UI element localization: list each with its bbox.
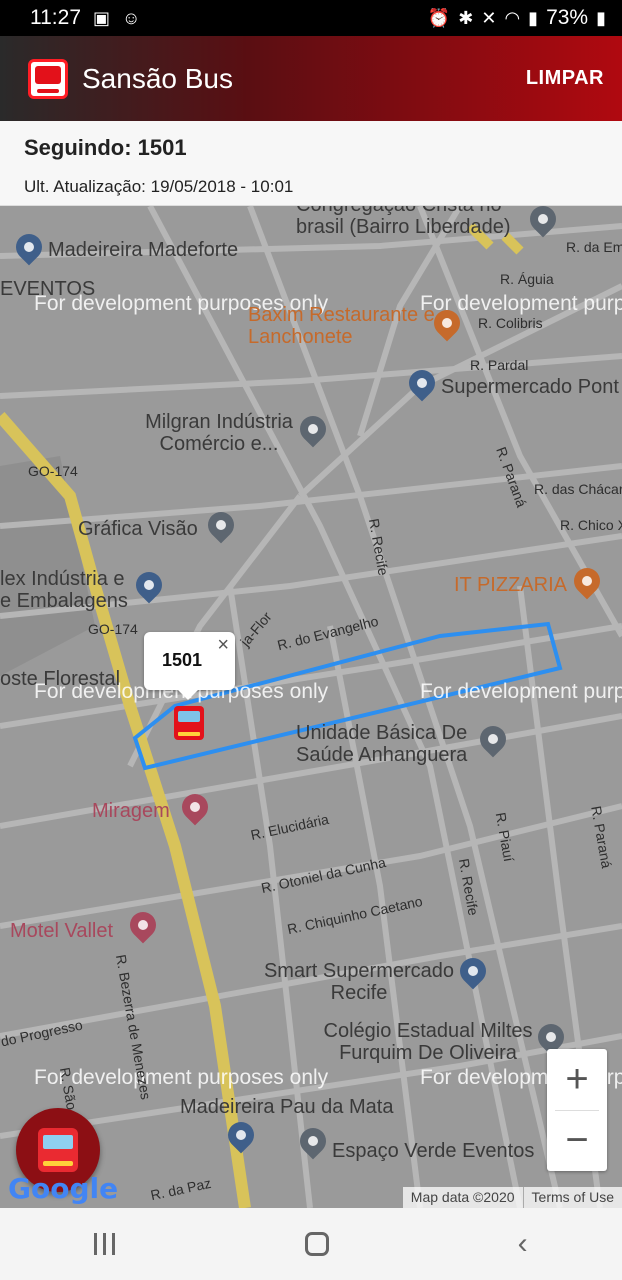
terms-of-use-link[interactable]: Terms of Use xyxy=(522,1187,622,1208)
battery-icon: ▮ xyxy=(596,8,606,28)
system-nav-bar: ‹ xyxy=(0,1208,622,1280)
map-data-label: Map data ©2020 xyxy=(410,1189,515,1205)
zoom-divider xyxy=(555,1110,599,1111)
bus-icon xyxy=(38,1128,78,1172)
bus-logo-icon xyxy=(28,58,68,99)
signal-icon: ▮ xyxy=(528,8,539,28)
place-label[interactable]: oste Florestal xyxy=(0,668,120,690)
street-label: GO-174 xyxy=(88,621,138,637)
recents-icon-bar xyxy=(112,1233,116,1255)
assistant-icon: ☺ xyxy=(122,8,141,28)
street-label: R. Chico Xav xyxy=(560,517,622,533)
status-bar: 11:27 ▣ ☺ ⏰ ✱ ✕ ◠ ▮ 73% ▮ xyxy=(0,0,622,36)
image-icon: ▣ xyxy=(93,8,111,28)
street-label: R. Colibris xyxy=(478,315,543,331)
google-logo: Google xyxy=(8,1172,118,1205)
bluetooth-icon: ✱ xyxy=(458,8,474,28)
recents-button[interactable] xyxy=(94,1233,116,1255)
home-button[interactable] xyxy=(304,1232,329,1256)
clear-button[interactable]: LIMPAR xyxy=(526,67,604,90)
place-label[interactable]: Baxim Restaurante e Lanchonete xyxy=(248,304,438,348)
place-label[interactable]: Congregação Cristã no brasil (Bairro Lib… xyxy=(296,206,536,238)
recents-icon-bar xyxy=(94,1233,98,1255)
map[interactable]: For development purposes only For develo… xyxy=(0,206,622,1208)
google-logo-text: Google xyxy=(8,1172,119,1205)
place-label[interactable]: Madeireira Pau da Mata xyxy=(180,1096,393,1118)
app-title: Sansão Bus xyxy=(82,62,233,94)
place-label[interactable]: Smart Supermercado Recife xyxy=(254,960,464,1004)
place-label[interactable]: Motel Vallet xyxy=(10,920,113,942)
bus-marker-icon[interactable] xyxy=(174,706,204,740)
status-time: 11:27 xyxy=(30,6,81,29)
place-label[interactable]: Miragem xyxy=(92,800,170,822)
place-label[interactable]: lex Indústria e e Embalagens xyxy=(0,568,140,612)
bus-number-label: 1501 xyxy=(162,650,203,670)
tracking-title: Seguindo: 1501 xyxy=(24,135,187,160)
street-label: GO-174 xyxy=(28,463,78,479)
watermark: For development purposes only xyxy=(420,680,622,703)
zoom-in-button[interactable]: + xyxy=(547,1049,607,1110)
street-label: R. das Chácar xyxy=(534,481,622,497)
street-label: R. Águia xyxy=(500,271,554,287)
close-icon[interactable]: × xyxy=(217,634,229,657)
last-update: Ult. Atualização: 19/05/2018 - 10:01 xyxy=(24,177,294,196)
place-label[interactable]: Milgran Indústria Comércio e... xyxy=(134,411,304,455)
battery-percent: 73% xyxy=(546,6,589,29)
place-label[interactable]: Unidade Básica De Saúde Anhanguera xyxy=(296,722,506,766)
alarm-icon: ⏰ xyxy=(427,8,451,28)
recents-icon-bar xyxy=(103,1233,107,1255)
zoom-controls: + − xyxy=(547,1049,607,1171)
place-label[interactable]: Supermercado Pont xyxy=(441,376,619,398)
app-bar: Sansão Bus LIMPAR xyxy=(0,36,622,121)
place-label[interactable]: Espaço Verde Eventos xyxy=(332,1140,534,1162)
bus-info-popup[interactable]: 1501 × xyxy=(144,632,235,700)
place-label[interactable]: Gráfica Visão xyxy=(78,518,198,540)
mute-icon: ✕ xyxy=(481,8,497,28)
street-label: R. Pardal xyxy=(470,357,529,373)
place-label[interactable]: Colégio Estadual Miltes Furquim De Olive… xyxy=(308,1020,548,1064)
zoom-out-button[interactable]: − xyxy=(547,1110,607,1171)
place-label[interactable]: Madeireira Madeforte xyxy=(48,239,238,261)
street-label: R. da Em xyxy=(566,239,622,255)
map-attribution: Map data ©2020 Terms of Use xyxy=(402,1187,622,1208)
back-button[interactable]: ‹ xyxy=(518,1229,528,1259)
place-label[interactable]: EVENTOS xyxy=(0,278,95,300)
wifi-icon: ◠ xyxy=(504,8,521,28)
tracking-panel: Seguindo: 1501 Ult. Atualização: 19/05/2… xyxy=(0,121,622,206)
place-label[interactable]: IT PIZZARIA xyxy=(454,574,567,596)
